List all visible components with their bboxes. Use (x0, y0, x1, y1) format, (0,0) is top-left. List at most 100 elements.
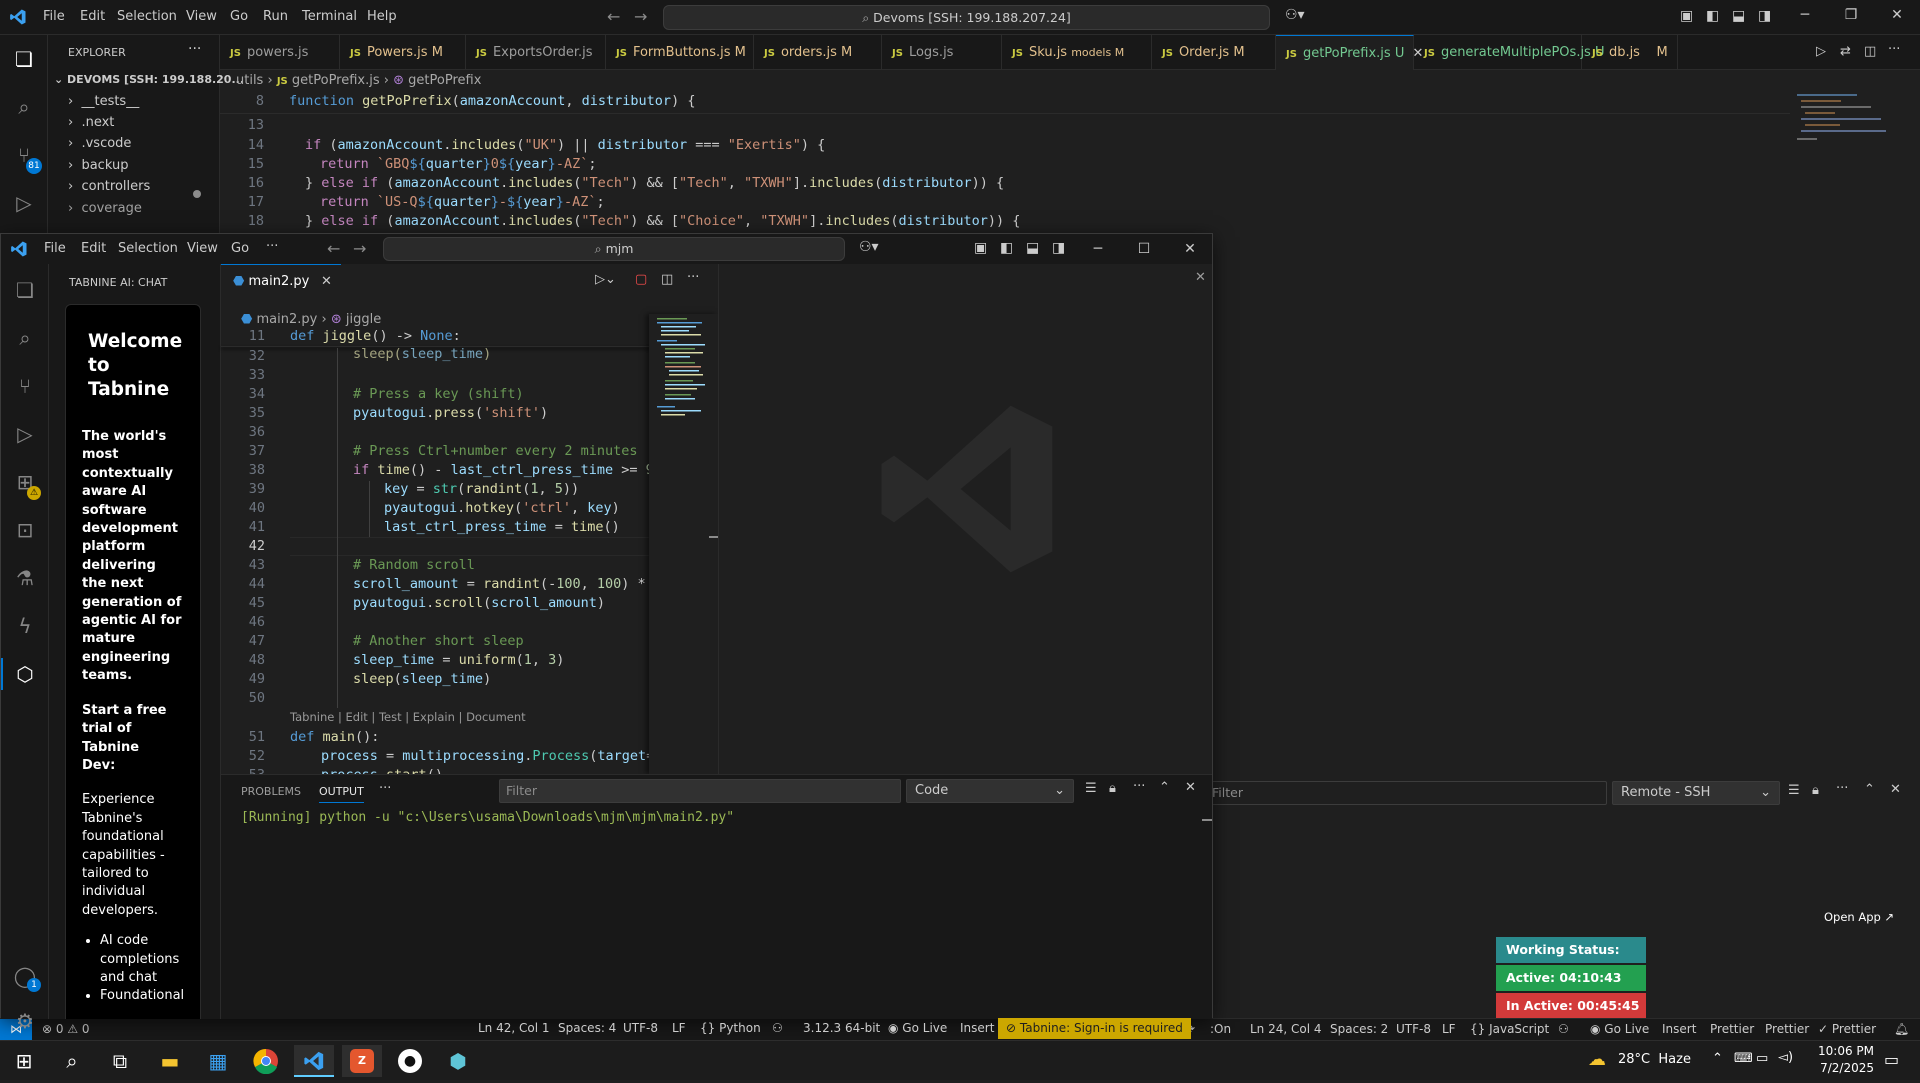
thunder-client-icon[interactable]: ϟ (13, 614, 37, 638)
menu-help[interactable]: Help (367, 9, 397, 24)
breadcrumb-folder[interactable]: utils (236, 73, 263, 88)
split-editor-icon[interactable]: ◫ (661, 272, 673, 287)
toggle-secondary-sidebar-icon[interactable]: ◨ (1758, 8, 1771, 24)
tabnine-icon[interactable]: ⬡ (13, 662, 37, 686)
weather-text[interactable]: 28°C Haze (1618, 1052, 1691, 1067)
tab-form-buttons[interactable]: JS FormButtons.js M (606, 35, 754, 70)
menu-file[interactable]: File (43, 9, 65, 24)
minimize-button[interactable]: ─ (1782, 0, 1828, 30)
layout-customize-icon[interactable]: ▣ (1680, 8, 1693, 24)
restore-button[interactable]: ❐ (1828, 0, 1874, 30)
run-debug-icon[interactable]: ▷ (12, 191, 36, 215)
clock-date[interactable]: 7/2/2025 (1812, 1061, 1874, 1075)
tabs-more-icon[interactable]: ··· (1888, 42, 1900, 57)
go-live-button[interactable]: ◉ Go Live (888, 1021, 947, 1035)
indentation[interactable]: Spaces: 4 (558, 1021, 616, 1035)
folder-coverage[interactable]: › coverage (68, 201, 142, 216)
breadcrumb-symbol[interactable]: getPoPrefix (408, 73, 481, 88)
panel-more-icon[interactable]: ··· (1133, 779, 1145, 794)
insert-mode[interactable]: Insert (1662, 1022, 1696, 1036)
tab-problems[interactable]: PROBLEMS (241, 785, 301, 798)
copilot-icon[interactable]: ⚇▾ (1285, 7, 1305, 23)
stop-icon[interactable]: ▢ (635, 272, 647, 287)
maximize-panel-icon[interactable]: ⌃ (1864, 782, 1875, 797)
insert-mode[interactable]: Insert (960, 1021, 994, 1035)
dark-circle-app-icon[interactable]: ● (390, 1045, 430, 1077)
go-live-button[interactable]: ◉ Go Live (1590, 1022, 1649, 1036)
tab-get-po-prefix[interactable]: JS getPoPrefix.js U ✕ (1276, 35, 1423, 70)
notifications-bell-icon[interactable]: 🔔︎ (1894, 1022, 1909, 1036)
command-center-search[interactable]: ⌕ Devoms [SSH: 199.188.207.24] (663, 5, 1270, 30)
toggle-panel-icon[interactable]: ⬓ (1026, 240, 1039, 256)
back-minimap[interactable] (1795, 92, 1890, 152)
prettier-status-2[interactable]: Prettier (1765, 1022, 1809, 1036)
copilot-icon[interactable]: ⚇▾ (859, 239, 879, 255)
close-button[interactable]: ✕ (1167, 234, 1213, 264)
clear-output-icon[interactable]: ☰ (1085, 781, 1097, 796)
menu-view[interactable]: View (187, 241, 218, 256)
tab-order[interactable]: JS Order.js M (1152, 35, 1276, 70)
tab-orders[interactable]: JS orders.js M (754, 35, 882, 70)
folder-controllers[interactable]: › controllers (68, 179, 150, 194)
menu-edit[interactable]: Edit (80, 9, 105, 24)
menu-go[interactable]: Go (230, 9, 248, 24)
menu-terminal[interactable]: Terminal (302, 9, 357, 24)
microsoft-store-icon[interactable]: ▦ (198, 1045, 238, 1077)
folder-tests[interactable]: › __tests__ (68, 94, 139, 109)
open-app-button[interactable]: Open App ↗ (1824, 910, 1894, 924)
encoding[interactable]: UTF-8 (623, 1021, 658, 1035)
breadcrumb-file[interactable]: main2.py (257, 312, 318, 327)
output-filter-input[interactable]: Filter (499, 779, 901, 803)
back-arrow-icon[interactable]: ← (327, 239, 340, 258)
hidden-icons-chevron-icon[interactable]: ⌃ (1712, 1051, 1723, 1066)
menu-view[interactable]: View (186, 9, 217, 24)
tab-exports-order[interactable]: JS ExportsOrder.js (466, 35, 606, 70)
codelens[interactable]: Tabnine | Edit | Test | Explain | Docume… (290, 710, 526, 724)
back-arrow-icon[interactable]: ← (607, 7, 620, 26)
search-icon[interactable]: ⌕ (12, 95, 36, 119)
explorer-icon[interactable]: ❏ (13, 278, 37, 302)
editor-more-icon[interactable]: ··· (687, 270, 699, 285)
search-icon[interactable]: ⌕ (13, 326, 37, 350)
tab-db[interactable]: JS db.js M (1582, 35, 1678, 70)
task-view-icon[interactable]: ⧉ (100, 1045, 140, 1077)
close-panel-icon[interactable]: ✕ (1890, 782, 1901, 797)
tab-powers-lower[interactable]: JS powers.js (220, 35, 340, 70)
maximize-panel-icon[interactable]: ⌃ (1159, 780, 1170, 795)
remote-explorer-icon[interactable]: ⊡ (13, 518, 37, 542)
breadcrumb-symbol[interactable]: jiggle (346, 312, 381, 327)
layout-customize-icon[interactable]: ▣ (974, 240, 987, 256)
network-icon[interactable]: ▭ (1756, 1051, 1768, 1066)
run-debug-icon[interactable]: ▷ (13, 422, 37, 446)
panel-more-icon[interactable]: ··· (1836, 781, 1848, 796)
menu-edit[interactable]: Edit (81, 241, 106, 256)
menu-go[interactable]: Go (231, 241, 249, 256)
maximize-button[interactable]: ☐ (1121, 234, 1167, 264)
encoding[interactable]: UTF-8 (1396, 1022, 1431, 1036)
front-minimap[interactable] (649, 314, 718, 774)
tabnine-status[interactable]: ⊘ Tabnine: Sign-in is required (998, 1018, 1191, 1039)
prettier-status-3[interactable]: ✓ Prettier (1818, 1022, 1876, 1036)
back-output-filter[interactable]: Filter (1205, 781, 1607, 805)
notification-center-icon[interactable]: ▭ (1884, 1050, 1899, 1069)
split-editor-icon[interactable]: ◫ (1864, 44, 1876, 59)
zoho-app-icon[interactable]: Z (342, 1045, 382, 1077)
close-panel-icon[interactable]: ✕ (1185, 780, 1196, 795)
toggle-sidebar-icon[interactable]: ◧ (1706, 8, 1719, 24)
vscode-taskbar-icon[interactable] (294, 1045, 334, 1077)
line-ending[interactable]: LF (672, 1021, 686, 1035)
toggle-sidebar-icon[interactable]: ◧ (1000, 240, 1013, 256)
settings-gear-icon[interactable]: ⚙ (13, 1009, 37, 1033)
python-interpreter[interactable]: 3.12.3 64-bit (803, 1021, 880, 1035)
command-center-search[interactable]: ⌕ mjm (383, 237, 845, 261)
run-python-icon[interactable]: ▷⌄ (595, 272, 616, 287)
clear-output-icon[interactable]: ☰ (1788, 783, 1800, 798)
lock-scroll-icon[interactable]: 🔒︎ (1812, 783, 1819, 798)
language-mode[interactable]: {} Python (700, 1021, 761, 1035)
problems-count[interactable]: ⊗ 0 ⚠ 0 (42, 1022, 90, 1036)
toggle-panel-icon[interactable]: ⬓ (1732, 8, 1745, 24)
windows-start-icon[interactable]: ⊞ (4, 1045, 44, 1077)
tab-powers[interactable]: JS Powers.js M (340, 35, 466, 70)
source-control-icon[interactable]: ⑂ (13, 374, 37, 398)
weather-icon[interactable]: ☁ (1588, 1049, 1606, 1070)
